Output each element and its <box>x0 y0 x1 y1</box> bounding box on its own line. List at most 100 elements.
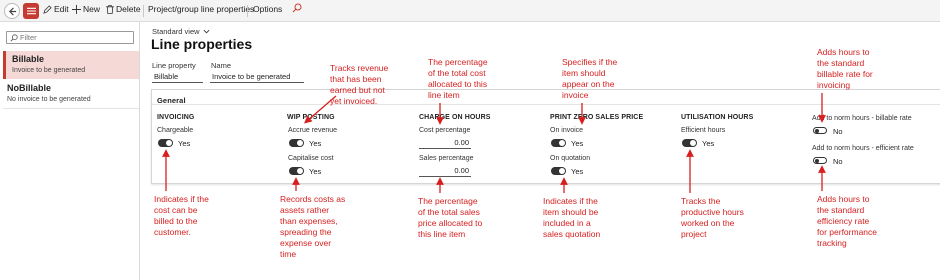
annotation-line: than expenses, <box>280 216 338 226</box>
on-invoice-value: Yes <box>571 139 584 148</box>
annotation-line: customer. <box>154 227 191 237</box>
capitalise-cost-label: Capitalise cost <box>288 155 334 162</box>
annotation-line: billable rate for <box>817 69 873 79</box>
annotation-line: Tracks revenue <box>330 63 389 73</box>
norm-billable-value: No <box>833 127 843 136</box>
hamburger-menu-button[interactable] <box>23 3 39 19</box>
sales-percentage-field[interactable]: 0.00 <box>419 166 471 177</box>
toolbar-divider <box>247 5 248 17</box>
plus-icon <box>72 4 81 14</box>
search-icon <box>292 3 302 13</box>
chargeable-toggle[interactable] <box>158 139 173 147</box>
project-group-line-properties-button[interactable]: Project/group line properties <box>148 4 254 14</box>
general-header[interactable] <box>152 90 940 105</box>
efficient-hours-toggle[interactable] <box>682 139 697 147</box>
wip-posting-heading: WIP POSTING <box>287 114 335 121</box>
print-zero-sales-price-heading: PRINT ZERO SALES PRICE <box>550 114 644 121</box>
list-item-billable[interactable]: Billable Invoice to be generated <box>3 51 139 79</box>
chargeable-label: Chargeable <box>157 127 194 134</box>
norm-billable-toggle[interactable] <box>813 127 827 134</box>
line-property-field[interactable]: Billable <box>152 71 203 83</box>
delete-label: Delete <box>116 4 141 14</box>
charge-on-hours-heading: CHARGE ON HOURS <box>419 114 491 121</box>
annotation-line: spreading the <box>280 227 332 237</box>
annotation-sales-percentage: The percentage of the total sales price … <box>418 196 482 240</box>
annotation-norm-efficient: Adds hours to the standard efficiency ra… <box>817 194 877 249</box>
view-selector[interactable]: Standard view <box>152 27 210 36</box>
on-quotation-value: Yes <box>571 167 584 176</box>
annotation-line: Adds hours to <box>817 194 870 204</box>
annotation-line: billed to the <box>154 216 198 226</box>
annotation-line: productive hours <box>681 207 744 217</box>
search-button[interactable] <box>292 3 302 13</box>
norm-billable-label: Add to norm hours - billable rate <box>812 115 912 122</box>
capitalise-cost-toggle[interactable] <box>289 167 304 175</box>
utilisation-hours-heading: UTILISATION HOURS <box>681 114 754 121</box>
annotation-capitalise-cost: Records costs as assets rather than expe… <box>280 194 345 260</box>
on-quotation-toggle[interactable] <box>551 167 566 175</box>
annotation-line: price allocated to <box>418 218 483 228</box>
cost-percentage-field[interactable]: 0.00 <box>419 138 471 149</box>
annotation-line: The percentage <box>418 196 478 206</box>
options-label: Options <box>253 4 283 14</box>
annotation-line: Specifies if the <box>562 57 618 67</box>
general-title: General <box>157 96 186 105</box>
edit-button[interactable]: Edit <box>43 4 69 14</box>
annotation-line: allocated to this <box>428 79 488 89</box>
norm-efficient-value: No <box>833 157 843 166</box>
list-item-nobillable[interactable]: NoBillable No invoice to be generated <box>3 80 139 108</box>
list-item-title: NoBillable <box>7 83 52 93</box>
norm-efficient-toggle[interactable] <box>813 157 827 164</box>
annotation-line: Indicates if the <box>543 196 598 206</box>
line-property-label: Line property <box>152 61 196 70</box>
annotation-line: Indicates if the <box>154 194 209 204</box>
annotation-chargeable: Indicates if the cost can be billed to t… <box>154 194 209 238</box>
sales-percentage-label: Sales percentage <box>419 155 474 162</box>
name-label: Name <box>211 61 232 70</box>
pencil-icon <box>43 4 52 14</box>
list-divider <box>3 108 139 109</box>
chargeable-value: Yes <box>178 139 191 148</box>
annotation-efficient-hours: Tracks the productive hours worked on th… <box>681 196 744 240</box>
capitalise-cost-value: Yes <box>309 167 322 176</box>
annotation-on-invoice: Specifies if the item should appear on t… <box>562 57 617 101</box>
annotation-line: this line item <box>418 229 466 239</box>
annotation-line: item should be <box>543 207 599 217</box>
action-toolbar <box>0 0 940 22</box>
on-invoice-toggle[interactable] <box>551 139 566 147</box>
general-fasttab <box>151 89 940 184</box>
annotation-line: appear on the <box>562 79 615 89</box>
edit-label: Edit <box>54 4 69 14</box>
trash-icon <box>106 4 114 14</box>
accrue-revenue-label: Accrue revenue <box>288 127 338 134</box>
norm-efficient-label: Add to norm hours - efficient rate <box>812 145 914 152</box>
page-title: Line properties <box>151 36 253 52</box>
annotation-line: project <box>681 229 707 239</box>
annotation-line: invoice <box>562 90 589 100</box>
annotation-line: for performance <box>817 227 877 237</box>
annotation-norm-billable: Adds hours to the standard billable rate… <box>817 47 873 91</box>
annotation-line: Tracks the <box>681 196 721 206</box>
annotation-line: time <box>280 249 297 259</box>
annotation-line: sales quotation <box>543 229 601 239</box>
back-button[interactable] <box>4 3 20 19</box>
accrue-revenue-toggle[interactable] <box>289 139 304 147</box>
options-tab[interactable]: Options <box>253 4 282 14</box>
new-button[interactable]: New <box>72 4 100 14</box>
on-quotation-label: On quotation <box>550 155 591 162</box>
name-field[interactable]: Invoice to be generated <box>210 71 304 83</box>
filter-placeholder: Filter <box>20 33 37 42</box>
invoicing-heading: INVOICING <box>157 114 195 121</box>
new-label: New <box>83 4 101 14</box>
efficient-hours-value: Yes <box>702 139 715 148</box>
list-item-subtitle: Invoice to be generated <box>12 67 86 74</box>
annotation-line: item should <box>562 68 606 78</box>
annotation-line: earned but not <box>330 85 385 95</box>
search-icon <box>10 34 18 42</box>
view-label: Standard view <box>152 27 200 36</box>
accrue-revenue-value: Yes <box>309 139 322 148</box>
filter-input[interactable]: Filter <box>6 31 134 44</box>
annotation-line: assets rather <box>280 205 330 215</box>
toolbar-divider <box>143 5 144 17</box>
delete-button[interactable]: Delete <box>106 4 141 14</box>
